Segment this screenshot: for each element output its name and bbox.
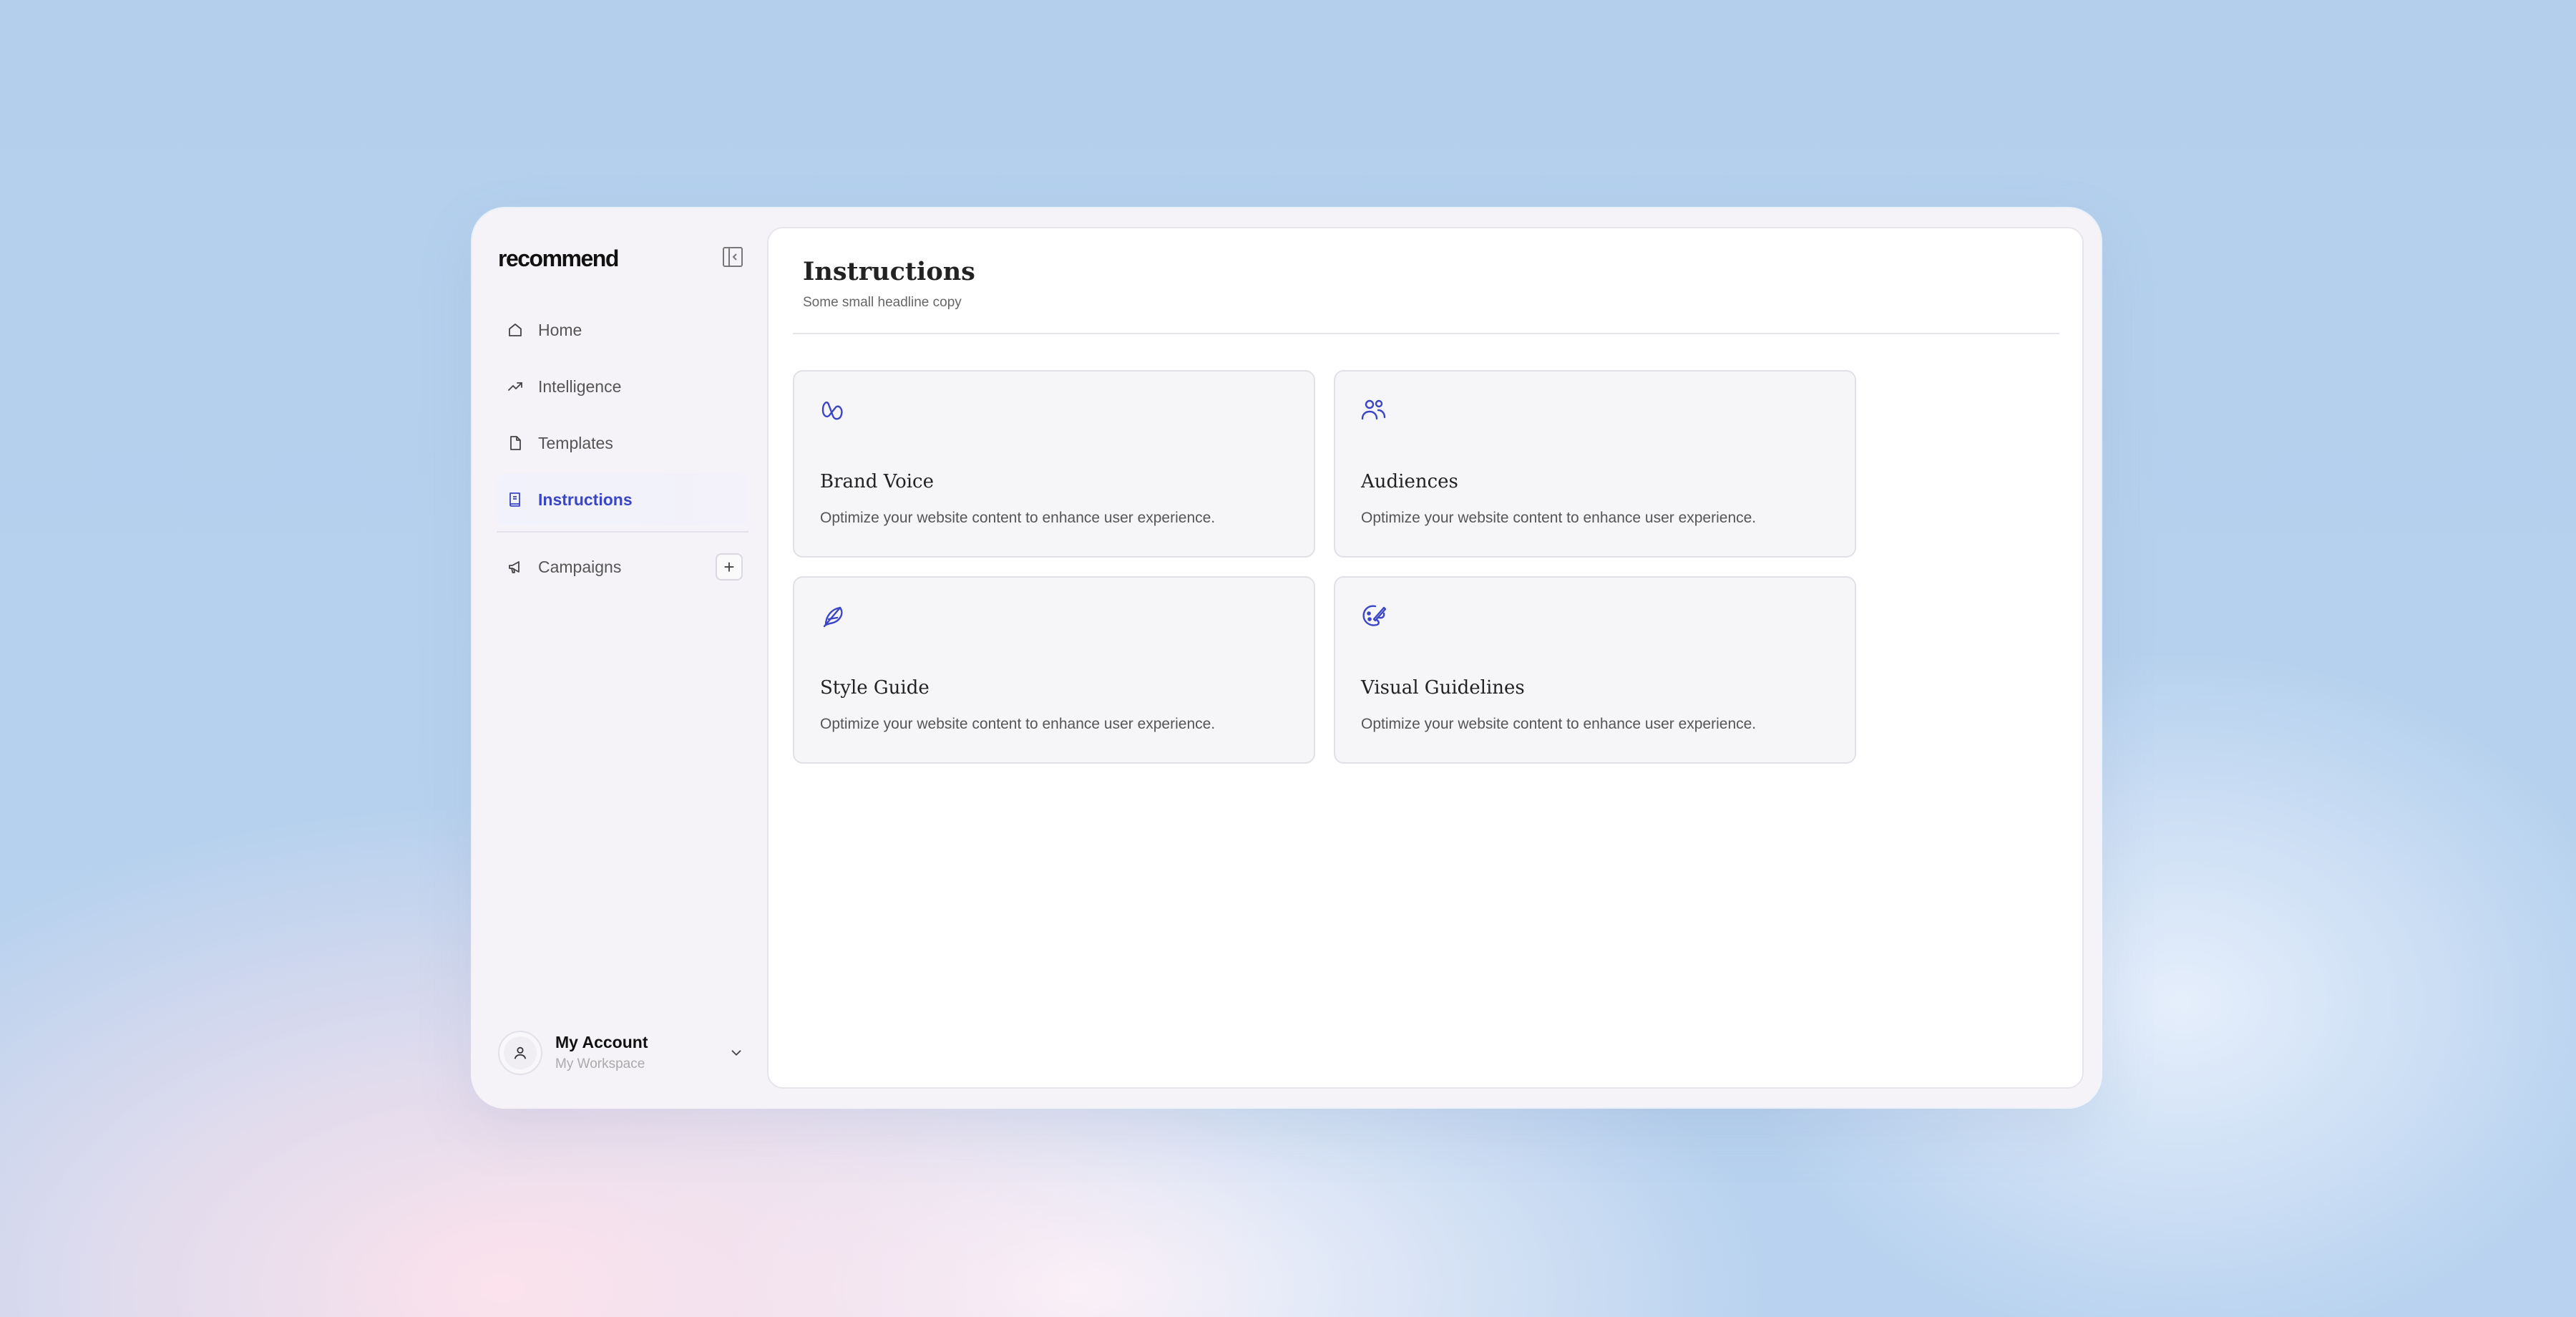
app-window: recommend Home Intelligence Templates In… [472, 208, 2101, 1107]
file-icon [505, 433, 525, 453]
page-title: Instructions [803, 257, 975, 286]
app-logo[interactable]: recommend [498, 237, 619, 280]
sidebar-item-instructions[interactable]: Instructions [497, 474, 748, 525]
collapse-sidebar-button[interactable] [713, 237, 753, 277]
account-switcher[interactable]: My Account My Workspace [498, 1027, 750, 1079]
sidebar-nav: Home Intelligence Templates Instructions… [497, 304, 748, 598]
card-title: Visual Guidelines [1361, 677, 1525, 699]
card-description: Optimize your website content to enhance… [1361, 716, 1757, 732]
book-icon [505, 490, 525, 510]
sidebar-item-intelligence[interactable]: Intelligence [497, 361, 748, 412]
page-subtitle: Some small headline copy [803, 295, 962, 310]
sidebar-collapse-icon [723, 247, 743, 267]
card-style-guide[interactable]: Style Guide Optimize your website conten… [793, 576, 1315, 764]
card-visual-guidelines[interactable]: Visual Guidelines Optimize your website … [1334, 576, 1856, 764]
header-divider [793, 333, 2059, 334]
card-description: Optimize your website content to enhance… [820, 716, 1216, 732]
sidebar-item-label: Campaigns [538, 557, 622, 576]
chevron-down-icon[interactable] [726, 1042, 747, 1064]
sidebar-item-label: Templates [538, 433, 613, 452]
card-title: Brand Voice [820, 471, 934, 492]
desktop-background: recommend Home Intelligence Templates In… [0, 0, 2576, 1317]
sidebar: recommend Home Intelligence Templates In… [472, 208, 767, 1107]
palette-icon [1362, 605, 1387, 626]
user-icon [514, 1046, 527, 1059]
users-icon [1361, 399, 1386, 420]
avatar [498, 1031, 542, 1075]
sidebar-item-campaigns[interactable]: Campaigns + [497, 541, 748, 593]
home-icon [505, 320, 525, 340]
card-brand-voice[interactable]: Brand Voice Optimize your website conten… [793, 370, 1315, 558]
sidebar-item-label: Home [538, 320, 582, 339]
card-title: Audiences [1361, 471, 1458, 492]
instruction-cards: Brand Voice Optimize your website conten… [793, 370, 1856, 764]
sidebar-item-templates[interactable]: Templates [497, 417, 748, 469]
add-campaign-button[interactable]: + [716, 553, 743, 580]
account-name: My Account [555, 1033, 648, 1051]
card-title: Style Guide [820, 677, 930, 699]
card-description: Optimize your website content to enhance… [820, 510, 1216, 526]
feather-icon [823, 606, 843, 628]
sidebar-item-home[interactable]: Home [497, 304, 748, 356]
megaphone-icon [505, 557, 525, 577]
trending-up-icon [505, 376, 525, 397]
main-panel: Instructions Some small headline copy Br… [767, 227, 2084, 1089]
workspace-name: My Workspace [555, 1056, 645, 1071]
sidebar-item-label: Instructions [538, 490, 633, 509]
sidebar-item-label: Intelligence [538, 376, 622, 396]
nav-divider [497, 531, 748, 533]
card-description: Optimize your website content to enhance… [1361, 510, 1757, 526]
card-audiences[interactable]: Audiences Optimize your website content … [1334, 370, 1856, 558]
account-info: My Account My Workspace [555, 1031, 648, 1075]
brand-voice-icon [821, 402, 843, 420]
